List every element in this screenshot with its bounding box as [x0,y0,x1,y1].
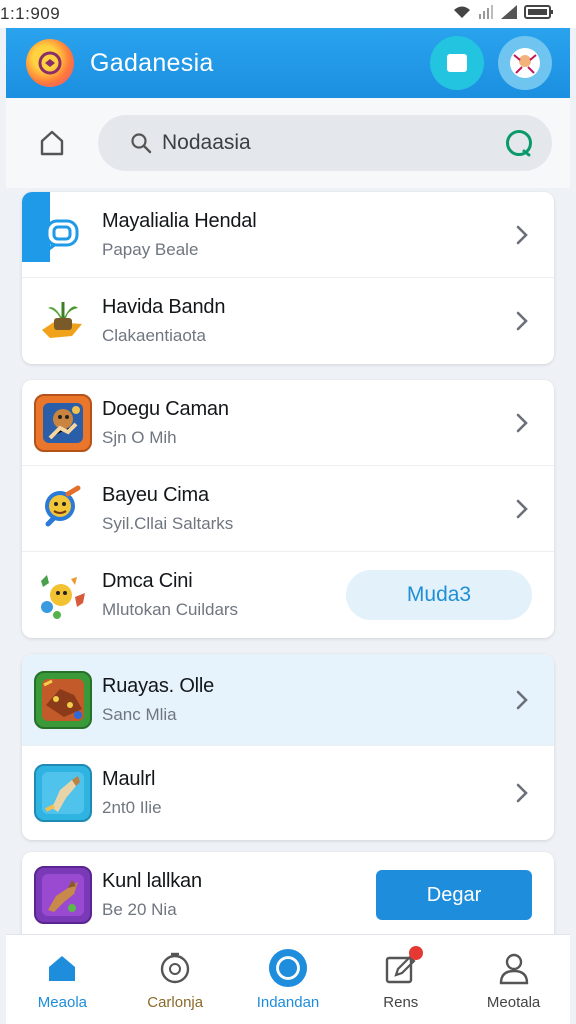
nav-label: Rens [383,994,419,1011]
list-item[interactable]: Dmca Cini Mlutokan Cuildars Muda3 [22,552,554,638]
bottom-nav: Meaola Carlonja Indandan Rens Meotala [6,934,570,1024]
nav-label: Meaola [37,994,87,1011]
home-icon [42,948,82,988]
row-text: Doegu Caman Sjn O Mih [102,398,512,448]
profile-avatar-button[interactable] [498,36,552,90]
nav-item-carlonja[interactable]: Carlonja [119,935,232,1024]
row-subtitle: Clakaentiaota [102,326,206,345]
row-title: Bayeu Cima [102,483,209,506]
list-card: Kunl lallkan Be 20 Nia Degar [22,852,554,936]
list-item[interactable]: Doegu Caman Sjn O Mih [22,380,554,466]
person-icon [494,948,534,988]
chevron-right-icon[interactable] [512,311,532,331]
row-title: Havida Bandn [102,296,226,318]
notification-badge [408,946,423,960]
treasure-game-icon [34,670,92,729]
app-title: Gadanesia [90,48,214,77]
row-title: Doegu Caman [102,397,229,420]
circle-icon [268,948,308,988]
row-text: Bayeu Cima Syil.Cllai Saltarks [102,484,512,534]
list-item[interactable]: Havida Bandn Clakaentiaota [22,278,554,364]
row-text: Ruayas. Olle Sanc Mlia [102,675,512,725]
row-subtitle: Papay Beale [102,239,199,259]
home-button[interactable] [34,125,70,161]
status-time: 1:1:909 [0,4,61,23]
wifi-icon [452,4,472,25]
row-title: Kunl lallkan [102,870,202,892]
muda-button[interactable]: Muda3 [346,570,532,620]
search-row [6,98,570,188]
status-icons [452,4,554,25]
row-text: Mayalialia Hendal Papay Beale [102,210,512,260]
search-icon [131,133,152,154]
adventure-game-icon [34,764,92,822]
signal-icon [478,4,494,25]
list-item[interactable]: Mayalialia Hendal Papay Beale [22,192,554,278]
row-subtitle: Sanc Mlia [102,704,177,724]
row-title: Dmca Cini [102,570,193,592]
chat-bubble-icon [34,206,92,264]
chevron-right-icon[interactable] [512,783,532,803]
nav-item-rens[interactable]: Rens [344,935,457,1024]
search-box[interactable] [98,115,552,171]
chevron-right-icon[interactable] [512,413,532,433]
edit-icon [381,946,423,988]
list-item[interactable]: Maulrl 2nt0 Ilie [22,746,554,840]
row-subtitle: 2nt0 Ilie [102,798,162,817]
fruit-characters-icon [34,566,92,624]
row-subtitle: Sjn O Mih [102,427,177,447]
app-logo-icon[interactable] [26,39,74,87]
home-outline-icon [40,130,64,156]
row-title: Ruayas. Olle [102,674,215,697]
monkey-game-icon [34,393,92,452]
row-text: Maulrl 2nt0 Ilie [102,768,512,818]
chevron-right-icon[interactable] [512,690,532,710]
battery-icon [524,4,554,25]
cellular-icon [500,4,518,25]
chevron-right-icon[interactable] [512,499,532,519]
row-subtitle: Mlutokan Cuildars [102,600,239,619]
app-bar: Gadanesia [6,28,570,98]
degar-button[interactable]: Degar [376,870,532,920]
chevron-right-icon[interactable] [512,225,532,245]
plant-pot-icon [34,292,92,350]
list-item[interactable]: Bayeu Cima Syil.Cllai Saltarks [22,466,554,552]
search-input[interactable] [162,131,502,155]
voice-search-button[interactable] [502,126,536,160]
row-subtitle: Syil.Cllai Saltarks [102,513,234,533]
list-card: Ruayas. Olle Sanc Mlia Maulrl 2nt0 Ilie [22,654,554,840]
list-item[interactable]: Ruayas. Olle Sanc Mlia [22,654,554,746]
avatar-icon [510,48,540,78]
dragon-game-icon [34,866,92,924]
square-action-button[interactable] [430,36,484,90]
nav-label: Indandan [256,994,320,1011]
compass-icon [155,948,195,988]
nav-item-indandan[interactable]: Indandan [232,935,345,1024]
nav-label: Meotala [486,994,541,1011]
row-title: Mayalialia Hendal [102,209,257,232]
row-text: Havida Bandn Clakaentiaota [102,296,512,346]
row-subtitle: Be 20 Nia [102,900,177,919]
list-card: Doegu Caman Sjn O Mih Bayeu Cima Syil.Cl… [22,380,554,638]
nav-label: Carlonja [147,994,204,1011]
nav-item-meaola[interactable]: Meaola [6,935,119,1024]
magnifier-character-icon [34,480,92,538]
row-title: Maulrl [102,768,156,790]
row-text: Dmca Cini Mlutokan Cuildars [102,570,346,620]
status-bar: 1:1:909 [0,0,576,28]
list-item[interactable]: Kunl lallkan Be 20 Nia Degar [22,852,554,936]
row-text: Kunl lallkan Be 20 Nia [102,870,376,920]
nav-item-meotala[interactable]: Meotala [457,935,570,1024]
voice-circle-icon [506,130,532,157]
square-icon [447,54,467,72]
list-card: Mayalialia Hendal Papay Beale Havida Ban… [22,192,554,364]
